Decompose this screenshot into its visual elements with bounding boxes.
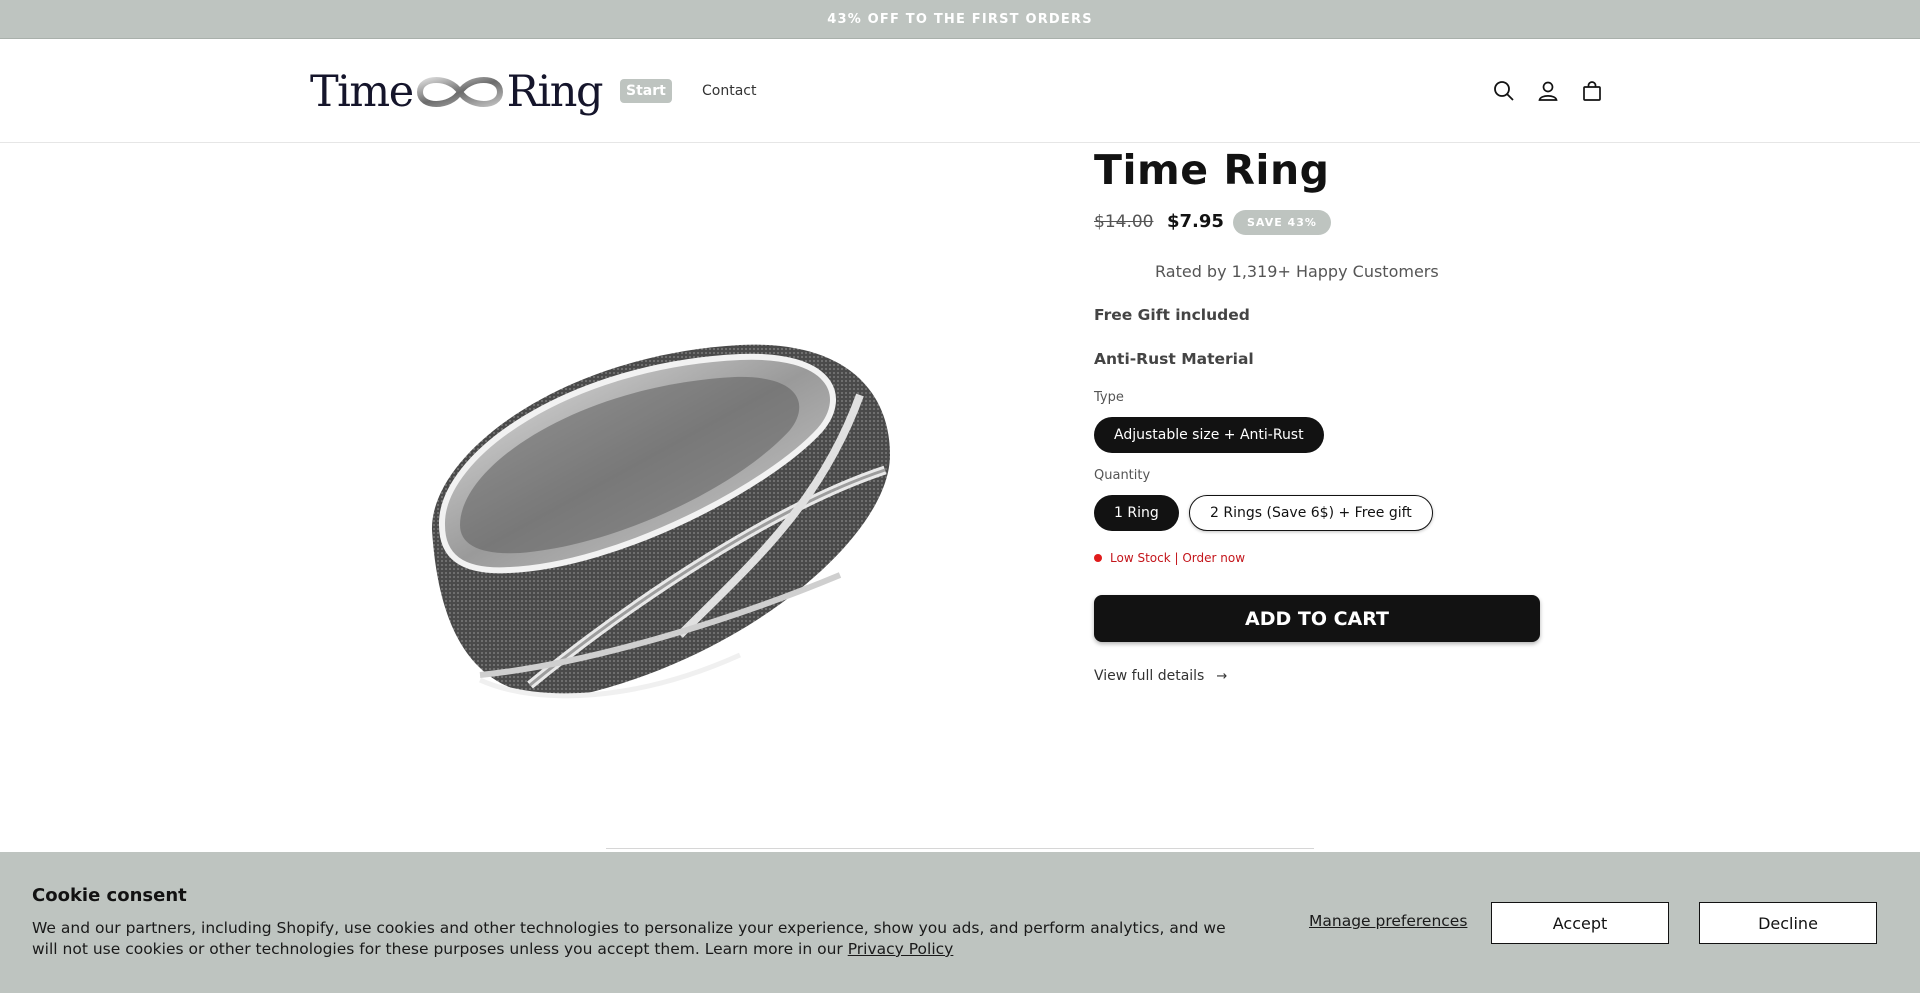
add-to-cart-button[interactable]: ADD TO CART xyxy=(1094,595,1540,642)
section-divider xyxy=(606,848,1314,849)
feature-free-gift: Free Gift included xyxy=(1094,306,1250,324)
decline-button[interactable]: Decline xyxy=(1699,902,1877,944)
type-label: Type xyxy=(1094,390,1124,405)
product-image[interactable] xyxy=(420,335,900,705)
search-icon[interactable] xyxy=(1490,77,1518,105)
cookie-body: We and our partners, including Shopify, … xyxy=(32,918,1247,960)
quantity-label: Quantity xyxy=(1094,468,1151,483)
cart-icon[interactable] xyxy=(1578,77,1606,105)
account-icon[interactable] xyxy=(1534,77,1562,105)
product-title: Time Ring xyxy=(1094,146,1330,194)
stock-text: Low Stock | Order now xyxy=(1110,551,1246,565)
nav-start[interactable]: Start xyxy=(620,79,672,103)
rating-text: Rated by 1,319+ Happy Customers xyxy=(1155,262,1439,281)
view-full-details-label: View full details xyxy=(1094,668,1205,684)
quantity-option-1-ring[interactable]: 1 Ring xyxy=(1094,495,1179,531)
save-badge: SAVE 43% xyxy=(1233,210,1331,235)
type-option-adjustable[interactable]: Adjustable size + Anti-Rust xyxy=(1094,417,1324,453)
accept-button[interactable]: Accept xyxy=(1491,902,1669,944)
price-original: $14.00 xyxy=(1094,212,1154,232)
cookie-title: Cookie consent xyxy=(32,885,187,906)
price-sale: $7.95 xyxy=(1167,211,1224,232)
manage-preferences-link[interactable]: Manage preferences xyxy=(1309,912,1467,930)
privacy-policy-link[interactable]: Privacy Policy xyxy=(848,940,954,958)
arrow-right-icon: → xyxy=(1216,668,1228,684)
site-header: Time Ring Start Contact xyxy=(0,39,1920,143)
quantity-option-2-rings[interactable]: 2 Rings (Save 6$) + Free gift xyxy=(1189,495,1433,531)
cookie-body-text: We and our partners, including Shopify, … xyxy=(32,919,1226,958)
nav-contact[interactable]: Contact xyxy=(702,80,756,102)
stock-status: Low Stock | Order now xyxy=(1094,551,1245,565)
feature-anti-rust: Anti-Rust Material xyxy=(1094,350,1254,368)
logo-text-right: Ring xyxy=(506,67,604,117)
stock-dot-icon xyxy=(1094,554,1102,562)
announcement-bar: 43% OFF TO THE FIRST ORDERS xyxy=(0,0,1920,39)
announcement-text: 43% OFF TO THE FIRST ORDERS xyxy=(827,11,1093,27)
logo[interactable]: Time Ring xyxy=(310,67,604,117)
infinity-logo-icon xyxy=(416,77,503,107)
logo-text-left: Time xyxy=(310,67,414,117)
view-full-details-link[interactable]: View full details → xyxy=(1094,668,1227,684)
